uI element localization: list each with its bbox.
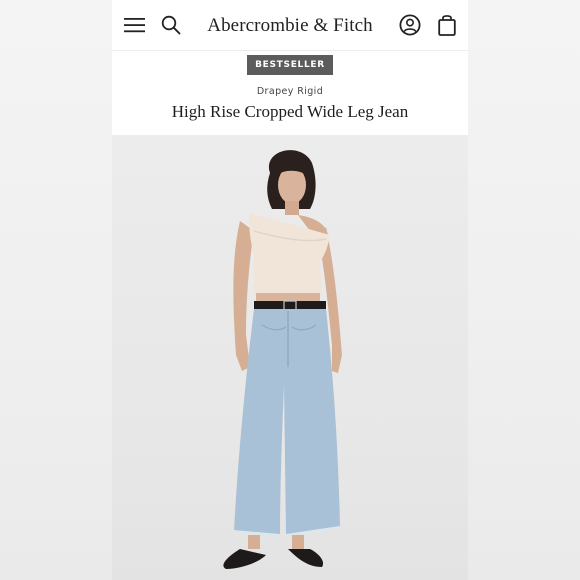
- wide-leg-jeans: [234, 309, 340, 535]
- shopping-bag-icon: [438, 15, 456, 36]
- site-header: Abercrombie & Fitch: [112, 0, 468, 51]
- product-image[interactable]: [112, 135, 468, 580]
- product-title: High Rise Cropped Wide Leg Jean: [171, 102, 409, 121]
- left-shoe: [223, 549, 266, 569]
- fit-label: Drapey Rigid: [256, 86, 324, 97]
- badge-row: BESTSELLER: [112, 51, 468, 75]
- belt: [254, 301, 326, 310]
- bag-button[interactable]: [430, 0, 464, 50]
- mobile-page: Abercrombie & Fitch BESTSELLER Drapey Ri…: [112, 0, 468, 580]
- neck: [285, 201, 299, 215]
- model-illustration: [223, 150, 342, 569]
- right-shoe: [288, 549, 324, 567]
- account-icon: [399, 14, 421, 36]
- account-button[interactable]: [393, 0, 427, 50]
- bestseller-badge: BESTSELLER: [247, 55, 333, 75]
